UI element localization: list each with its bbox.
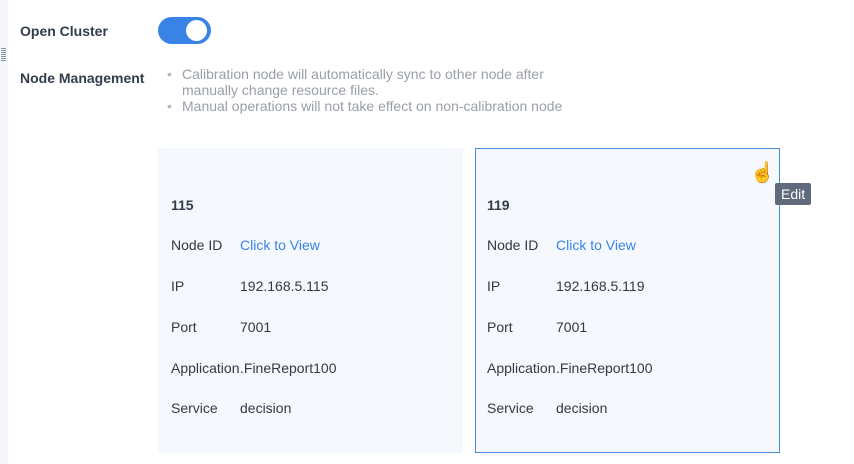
service-value: decision	[240, 400, 292, 416]
port-value: 7001	[556, 319, 588, 335]
field-label: Node ID	[487, 237, 539, 253]
field-label: Service	[487, 400, 534, 416]
node-title: 115	[171, 197, 194, 213]
node-id-link[interactable]: Click to View	[556, 237, 636, 253]
hand-cursor-icon: ☝	[750, 162, 775, 184]
toggle-knob	[186, 20, 207, 41]
node-management-tips: Calibration node will automatically sync…	[167, 66, 567, 114]
app-value: .FineReport100	[240, 360, 337, 376]
open-cluster-label: Open Cluster	[20, 23, 108, 39]
app-value: .FineReport100	[556, 360, 653, 376]
field-label: Service	[171, 400, 218, 416]
tip: Calibration node will automatically sync…	[167, 66, 567, 98]
node-card-selected[interactable]: 119 Node ID Click to View IP 192.168.5.119…	[475, 148, 780, 453]
ip-value: 192.168.5.119	[556, 278, 645, 294]
field-label: Port	[171, 319, 197, 335]
field-label: Application	[171, 360, 240, 376]
node-management-label: Node Management	[20, 70, 145, 86]
port-value: 7001	[240, 319, 272, 335]
node-title: 119	[487, 197, 510, 213]
tip: Manual operations will not take effect o…	[167, 98, 567, 114]
field-label: Node ID	[171, 237, 223, 253]
field-label: Application	[487, 360, 556, 376]
node-id-link[interactable]: Click to View	[240, 237, 320, 253]
left-panel-edge	[0, 0, 8, 464]
ip-value: 192.168.5.115	[240, 278, 329, 294]
field-label: Port	[487, 319, 513, 335]
node-card[interactable]: 115 Node ID Click to View IP 192.168.5.115…	[158, 148, 463, 453]
drag-handle-icon[interactable]	[1, 48, 6, 62]
edit-tooltip: Edit	[775, 183, 812, 205]
field-label: IP	[171, 278, 185, 294]
service-value: decision	[556, 400, 608, 416]
open-cluster-toggle[interactable]	[158, 17, 211, 44]
field-label: IP	[487, 278, 501, 294]
